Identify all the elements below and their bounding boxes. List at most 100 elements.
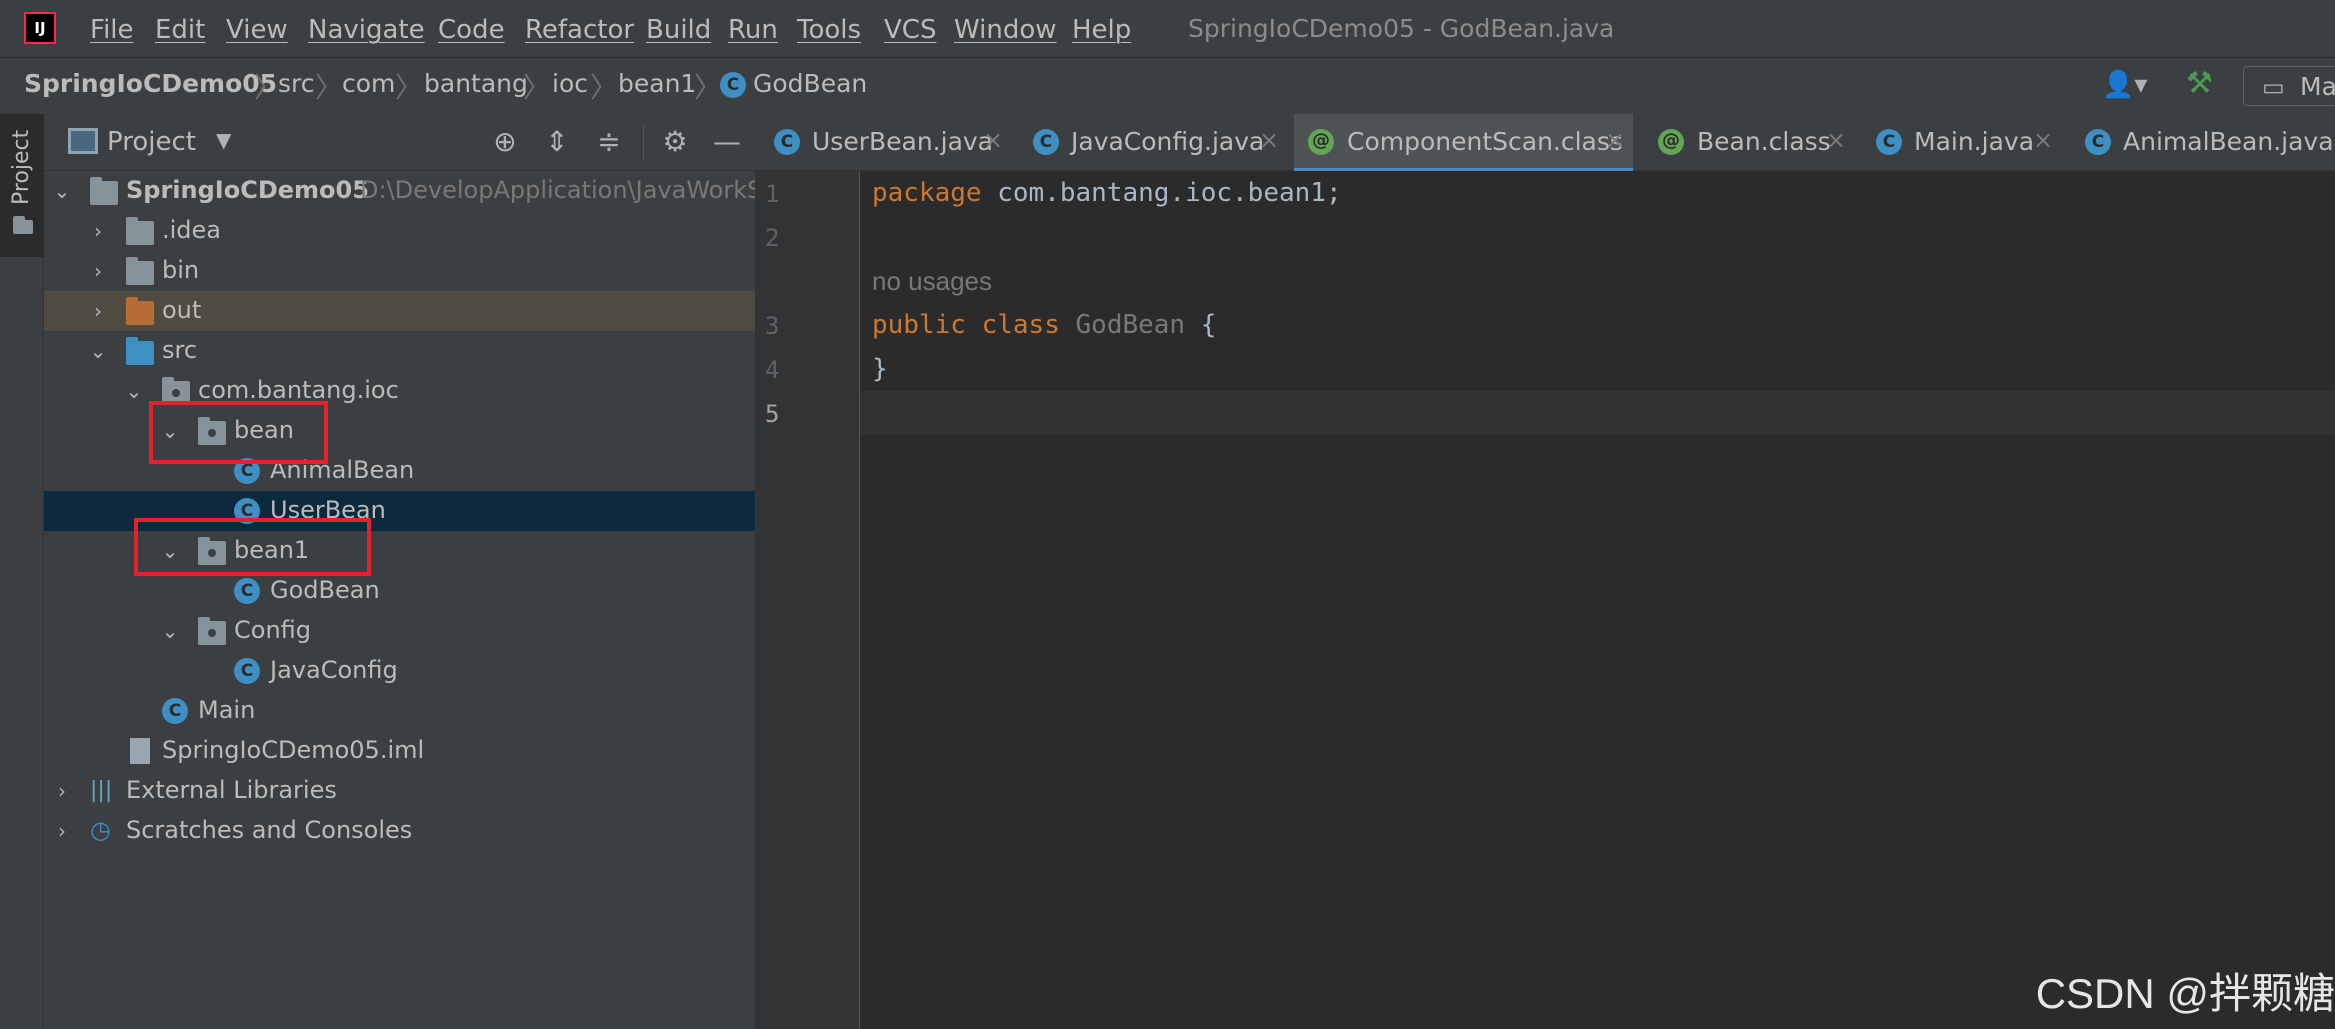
library-icon: ||| — [90, 778, 113, 803]
window-title: SpringIoCDemo05 - GodBean.java — [1188, 14, 1615, 43]
code-line-4: } — [872, 354, 888, 384]
chevron-right-icon[interactable]: › — [88, 219, 108, 243]
tree-label: Scratches and Consoles — [126, 816, 413, 844]
chevron-right-icon[interactable]: › — [88, 259, 108, 283]
menu-navigate[interactable]: Navigate — [308, 15, 425, 45]
tree-label: com.bantang.ioc — [198, 376, 399, 404]
run-config-select[interactable]: ▭ Ma — [2243, 66, 2335, 106]
tree-row-scratches[interactable]: › ◷ Scratches and Consoles — [44, 811, 755, 851]
usage-hint[interactable]: no usages — [872, 266, 992, 297]
close-brace: } — [872, 354, 888, 384]
class-icon: C — [234, 578, 260, 604]
breadcrumb-bean1[interactable]: bean1 — [618, 69, 696, 98]
tree-row-src[interactable]: ⌄ src — [44, 331, 755, 371]
chevron-down-icon[interactable]: ⌄ — [160, 619, 180, 643]
tab-javaconfig[interactable]: C JavaConfig.java × — [1025, 114, 1287, 171]
tab-bean-class[interactable]: @ Bean.class × — [1650, 114, 1863, 171]
code-editor[interactable] — [860, 171, 2335, 1029]
menu-refactor[interactable]: Refactor — [525, 15, 634, 45]
tree-path: D:\DevelopApplication\JavaWorkS — [360, 176, 763, 204]
menu-view[interactable]: View — [226, 15, 288, 45]
menu-code[interactable]: Code — [438, 15, 505, 45]
gear-icon[interactable]: ⚙ — [659, 126, 691, 158]
package-name: com.bantang.ioc.bean1; — [981, 178, 1342, 208]
close-icon[interactable]: × — [1605, 126, 1625, 154]
project-view-icon — [68, 128, 98, 154]
run-config-icon: ▭ — [2262, 73, 2285, 101]
user-account-icon[interactable]: 👤▾ — [2102, 70, 2147, 100]
breadcrumb-bantang[interactable]: bantang — [424, 69, 528, 98]
tab-main[interactable]: C Main.java × — [1871, 114, 2071, 171]
collapse-all-icon[interactable]: ≑ — [593, 126, 625, 158]
close-icon[interactable]: × — [983, 126, 1003, 154]
chevron-right-icon[interactable]: › — [52, 819, 72, 843]
current-line-highlight — [860, 391, 2335, 435]
menu-vcs[interactable]: VCS — [884, 15, 936, 45]
intellij-logo-icon: IJ — [24, 12, 56, 44]
tree-row-project-root[interactable]: ⌄ SpringIoCDemo05 D:\DevelopApplication\… — [44, 171, 762, 211]
menu-run[interactable]: Run — [728, 15, 778, 45]
tree-row-external-libraries[interactable]: › ||| External Libraries — [44, 771, 755, 811]
chevron-down-icon[interactable]: ⌄ — [88, 339, 108, 363]
view-dropdown-icon[interactable]: ▼ — [216, 128, 231, 152]
close-icon[interactable]: × — [1826, 126, 1846, 154]
breadcrumb-separator-icon: 〉 — [523, 71, 552, 104]
breadcrumb-godbean[interactable]: GodBean — [753, 69, 867, 98]
tree-row-idea[interactable]: › .idea — [44, 211, 755, 251]
tab-userbean[interactable]: C UserBean.java × — [760, 114, 1013, 171]
tree-label: out — [162, 296, 202, 324]
menu-window[interactable]: Window — [954, 15, 1057, 45]
tree-row-bin[interactable]: › bin — [44, 251, 755, 291]
class-icon: C — [774, 129, 800, 155]
build-hammer-icon[interactable]: ⚒ — [2186, 66, 2213, 101]
menu-build[interactable]: Build — [646, 15, 711, 45]
tree-row-iml[interactable]: SpringIoCDemo05.iml — [44, 731, 755, 771]
highlight-box-bean1 — [134, 518, 371, 576]
tree-row-config[interactable]: ⌄ Config — [44, 611, 755, 651]
close-icon[interactable]: × — [2033, 126, 2053, 154]
source-folder-icon — [126, 337, 154, 365]
breadcrumb-ioc[interactable]: ioc — [552, 69, 588, 98]
tree-label: Config — [234, 616, 312, 644]
code-line-3: public class GodBean { — [872, 310, 1216, 340]
tree-label: Main — [198, 696, 256, 724]
tree-label: GodBean — [270, 576, 380, 604]
breadcrumb-src[interactable]: src — [278, 69, 315, 98]
class-icon: C — [234, 658, 260, 684]
menu-edit[interactable]: Edit — [155, 15, 205, 45]
menu-tools[interactable]: Tools — [797, 15, 861, 45]
minimize-icon[interactable]: — — [711, 126, 743, 158]
menu-file[interactable]: File — [90, 15, 134, 45]
class-icon: C — [2085, 129, 2111, 155]
keyword-class: class — [981, 310, 1060, 340]
annotation-icon: @ — [1308, 129, 1334, 155]
menu-help[interactable]: Help — [1072, 15, 1131, 45]
tree-row-main[interactable]: C Main — [44, 691, 755, 731]
project-view-title[interactable]: Project — [107, 127, 196, 157]
expand-all-icon[interactable]: ⇕ — [541, 126, 573, 158]
close-icon[interactable]: × — [1259, 126, 1279, 154]
tab-label: UserBean.java — [812, 127, 994, 156]
breadcrumb-project[interactable]: SpringIoCDemo05 — [24, 69, 277, 98]
chevron-right-icon[interactable]: › — [52, 779, 72, 803]
tab-animalbean[interactable]: C AnimalBean.java — [2080, 114, 2335, 171]
tree-row-godbean[interactable]: C GodBean — [44, 571, 755, 611]
editor-gutter — [755, 171, 860, 1029]
tab-componentscan[interactable]: @ ComponentScan.class × — [1294, 114, 1633, 171]
line-number: 1 — [765, 180, 780, 208]
chevron-down-icon[interactable]: ⌄ — [124, 379, 144, 403]
package-icon — [198, 617, 226, 645]
folder-icon — [126, 217, 154, 245]
tab-label: Bean.class — [1697, 127, 1831, 156]
tree-row-javaconfig[interactable]: C JavaConfig — [44, 651, 755, 691]
tree-row-out[interactable]: › out — [44, 291, 755, 331]
chevron-down-icon[interactable]: ⌄ — [52, 179, 72, 203]
project-stripe-label[interactable]: Project — [9, 130, 34, 205]
breadcrumb-separator-icon: 〉 — [315, 71, 344, 104]
breadcrumb-com[interactable]: com — [342, 69, 395, 98]
module-file-icon — [130, 738, 150, 764]
folder-icon — [13, 216, 33, 234]
chevron-right-icon[interactable]: › — [88, 299, 108, 323]
highlight-box-bean — [149, 401, 328, 464]
locate-crosshair-icon[interactable]: ⊕ — [489, 126, 521, 158]
